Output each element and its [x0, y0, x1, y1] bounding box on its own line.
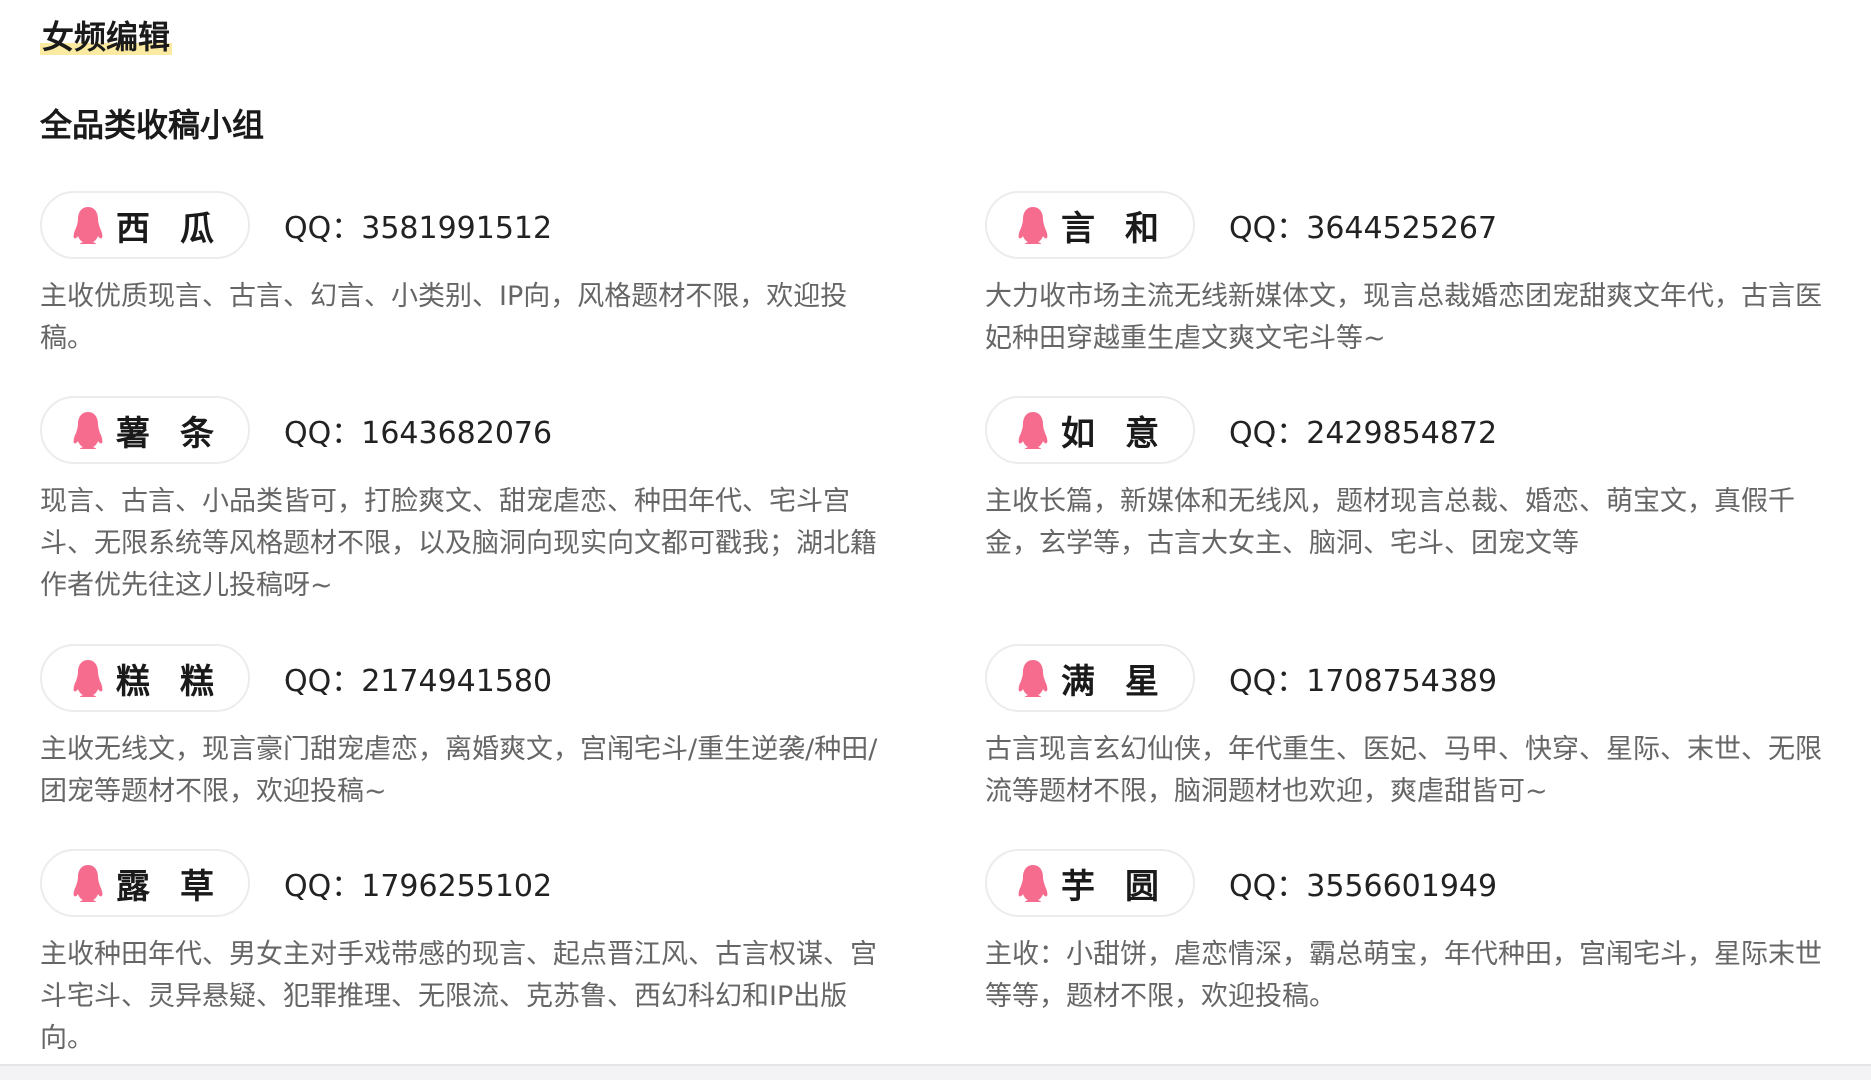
- qq-label: QQ：: [1229, 664, 1307, 699]
- editor-card: 满星 QQ：1708754389 古言现言玄幻仙侠，年代重生、医妃、马甲、快穿、…: [985, 643, 1840, 848]
- qq-penguin-icon: [1018, 207, 1048, 244]
- editor-qq[interactable]: QQ：2174941580: [284, 656, 552, 700]
- editor-qq[interactable]: QQ：3581991512: [284, 203, 552, 247]
- qq-penguin-icon: [73, 207, 103, 244]
- editor-name: 糕糕: [116, 661, 244, 702]
- qq-label: QQ：: [284, 664, 362, 699]
- editor-description: 现言、古言、小品类皆可，打脸爽文、甜宠虐恋、种田年代、宅斗宫斗、无限系统等风格题…: [40, 486, 877, 601]
- group-title: 全品类收稿小组: [40, 106, 265, 144]
- editor-grid: 西瓜 QQ：3581991512 主收优质现言、古言、幻言、小类别、IP向，风格…: [40, 190, 1840, 1058]
- editor-name-pill[interactable]: 薯条: [40, 396, 250, 464]
- editor-name: 言和: [1061, 208, 1189, 249]
- qq-number: 3581991512: [361, 211, 553, 246]
- editor-name: 满星: [1061, 661, 1189, 702]
- editor-qq[interactable]: QQ：1796255102: [284, 861, 552, 905]
- qq-penguin-icon: [73, 865, 103, 902]
- qq-number: 1643682076: [361, 416, 553, 451]
- qq-penguin-icon: [1018, 865, 1048, 902]
- editor-name-pill[interactable]: 露草: [40, 849, 250, 917]
- qq-label: QQ：: [284, 416, 362, 451]
- qq-number: 2174941580: [361, 664, 553, 699]
- section-title: 女频编辑: [40, 12, 173, 62]
- editor-name-pill[interactable]: 西瓜: [40, 191, 250, 259]
- editor-description: 主收优质现言、古言、幻言、小类别、IP向，风格题材不限，欢迎投稿。: [40, 281, 848, 354]
- editor-card: 西瓜 QQ：3581991512 主收优质现言、古言、幻言、小类别、IP向，风格…: [40, 190, 985, 395]
- editor-description: 大力收市场主流无线新媒体文，现言总裁婚恋团宠甜爽文年代，古言医妃种田穿越重生虐文…: [985, 281, 1822, 354]
- editor-card: 薯条 QQ：1643682076 现言、古言、小品类皆可，打脸爽文、甜宠虐恋、种…: [40, 395, 985, 643]
- editor-name: 薯条: [116, 413, 244, 454]
- editor-name-pill[interactable]: 满星: [985, 644, 1195, 712]
- qq-label: QQ：: [1229, 211, 1307, 246]
- editor-qq[interactable]: QQ：3556601949: [1229, 861, 1497, 905]
- editor-name: 如意: [1061, 413, 1189, 454]
- editor-qq[interactable]: QQ：3644525267: [1229, 203, 1497, 247]
- editor-card: 如意 QQ：2429854872 主收长篇，新媒体和无线风，题材现言总裁、婚恋、…: [985, 395, 1840, 643]
- editor-name-pill[interactable]: 芋圆: [985, 849, 1195, 917]
- qq-label: QQ：: [284, 869, 362, 904]
- qq-number: 1708754389: [1306, 664, 1498, 699]
- qq-penguin-icon: [1018, 412, 1048, 449]
- editor-description: 古言现言玄幻仙侠，年代重生、医妃、马甲、快穿、星际、末世、无限流等题材不限，脑洞…: [985, 734, 1822, 807]
- qq-number: 2429854872: [1306, 416, 1498, 451]
- editor-qq[interactable]: QQ：1708754389: [1229, 656, 1497, 700]
- editor-name: 西瓜: [116, 208, 244, 249]
- qq-label: QQ：: [1229, 416, 1307, 451]
- editor-card: 芋圆 QQ：3556601949 主收：小甜饼，虐恋情深，霸总萌宝，年代种田，宫…: [985, 848, 1840, 1058]
- qq-penguin-icon: [73, 412, 103, 449]
- bottom-scroll-bar: [0, 1064, 1871, 1080]
- qq-penguin-icon: [73, 660, 103, 697]
- qq-label: QQ：: [284, 211, 362, 246]
- editor-name-pill[interactable]: 如意: [985, 396, 1195, 464]
- editor-description: 主收长篇，新媒体和无线风，题材现言总裁、婚恋、萌宝文，真假千金，玄学等，古言大女…: [985, 486, 1795, 559]
- editor-name: 芋圆: [1061, 866, 1189, 907]
- editor-name-pill[interactable]: 言和: [985, 191, 1195, 259]
- editor-name: 露草: [116, 866, 244, 907]
- qq-number: 3556601949: [1306, 869, 1498, 904]
- editor-description: 主收：小甜饼，虐恋情深，霸总萌宝，年代种田，宫闱宅斗，星际末世等等，题材不限，欢…: [985, 939, 1822, 1012]
- editor-description: 主收无线文，现言豪门甜宠虐恋，离婚爽文，宫闱宅斗/重生逆袭/种田/团宠等题材不限…: [40, 734, 878, 807]
- editor-card: 露草 QQ：1796255102 主收种田年代、男女主对手戏带感的现言、起点晋江…: [40, 848, 985, 1058]
- editor-name-pill[interactable]: 糕糕: [40, 644, 250, 712]
- qq-number: 3644525267: [1306, 211, 1498, 246]
- editor-qq[interactable]: QQ：2429854872: [1229, 408, 1497, 452]
- qq-penguin-icon: [1018, 660, 1048, 697]
- editor-card: 言和 QQ：3644525267 大力收市场主流无线新媒体文，现言总裁婚恋团宠甜…: [985, 190, 1840, 395]
- qq-number: 1796255102: [361, 869, 553, 904]
- qq-label: QQ：: [1229, 869, 1307, 904]
- editor-card: 糕糕 QQ：2174941580 主收无线文，现言豪门甜宠虐恋，离婚爽文，宫闱宅…: [40, 643, 985, 848]
- page: 女频编辑 全品类收稿小组 西瓜 QQ：3581991512 主收优质现言、古言、…: [0, 0, 1871, 1080]
- editor-qq[interactable]: QQ：1643682076: [284, 408, 552, 452]
- editor-description: 主收种田年代、男女主对手戏带感的现言、起点晋江风、古言权谋、宫斗宅斗、灵异悬疑、…: [40, 939, 877, 1054]
